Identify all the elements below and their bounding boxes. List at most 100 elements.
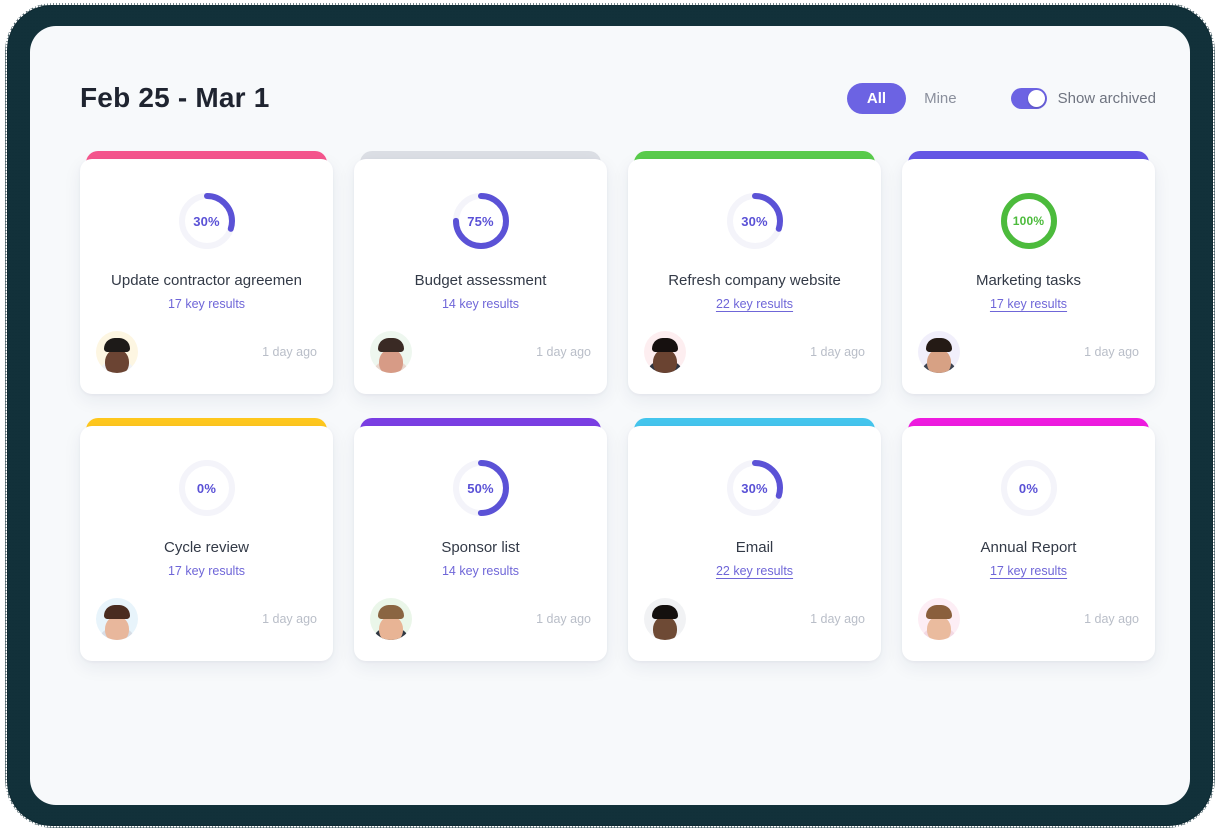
avatar-hair <box>104 338 130 352</box>
page-header: Feb 25 - Mar 1 All Mine Show archived <box>80 68 1156 128</box>
show-archived-label: Show archived <box>1057 89 1156 107</box>
card-title: Budget assessment <box>414 272 547 289</box>
avatar-face <box>379 616 403 640</box>
avatar-user-2[interactable] <box>370 331 412 373</box>
card-key-results-link[interactable]: 22 key results <box>716 564 793 578</box>
avatar-user-3[interactable] <box>644 331 686 373</box>
filter-all-button[interactable]: All <box>846 82 907 114</box>
filter-mine-button[interactable]: Mine <box>906 83 975 114</box>
card-title: Annual Report <box>980 539 1077 556</box>
toggle-knob <box>1027 89 1045 107</box>
card-timestamp: 1 day ago <box>262 345 317 359</box>
progress-ring: 100% <box>999 191 1059 251</box>
card-timestamp: 1 day ago <box>810 345 865 359</box>
header-controls: All Mine Show archived <box>846 82 1156 114</box>
progress-percent-label: 100% <box>1012 214 1045 228</box>
card-footer: 1 day ago <box>80 320 333 394</box>
card-footer: 1 day ago <box>628 587 881 661</box>
progress-percent-label: 30% <box>193 213 220 229</box>
card-footer: 1 day ago <box>902 587 1155 661</box>
card-timestamp: 1 day ago <box>1084 612 1139 626</box>
app-panel: Feb 25 - Mar 1 All Mine Show archived 30… <box>30 26 1190 805</box>
objective-card[interactable]: 100% Marketing tasks 17 key results 1 day a… <box>902 151 1155 394</box>
progress-ring: 30% <box>725 191 785 251</box>
card-title: Cycle review <box>163 539 250 556</box>
card-title: Marketing tasks <box>975 272 1082 289</box>
progress-percent-label: 30% <box>741 480 768 496</box>
card-title: Sponsor list <box>441 539 520 556</box>
progress-percent-label: 0% <box>1018 480 1039 496</box>
avatar-hair <box>378 338 404 352</box>
card-body[interactable]: 30% Refresh company website 22 key results… <box>628 159 881 394</box>
card-body[interactable]: 100% Marketing tasks 17 key results 1 day a… <box>902 159 1155 394</box>
avatar-face <box>653 349 677 373</box>
card-footer: 1 day ago <box>354 587 607 661</box>
objective-card[interactable]: 0% Cycle review 17 key results 1 day ago <box>80 418 333 661</box>
avatar-face <box>653 616 677 640</box>
card-footer: 1 day ago <box>354 320 607 394</box>
objective-card[interactable]: 30% Email 22 key results 1 day ago <box>628 418 881 661</box>
avatar-hair <box>652 338 678 352</box>
avatar-user-4[interactable] <box>918 331 960 373</box>
card-timestamp: 1 day ago <box>536 345 591 359</box>
avatar-user-7[interactable] <box>644 598 686 640</box>
progress-percent-label: 30% <box>741 213 768 229</box>
progress-ring: 0% <box>999 458 1059 518</box>
objective-card[interactable]: 30% Refresh company website 22 key results… <box>628 151 881 394</box>
card-body[interactable]: 75% Budget assessment 14 key results 1 day … <box>354 159 607 394</box>
avatar-face <box>105 349 129 373</box>
card-body[interactable]: 30% Email 22 key results 1 day ago <box>628 426 881 661</box>
card-key-results-link[interactable]: 14 key results <box>442 297 519 311</box>
avatar-face <box>927 616 951 640</box>
card-body[interactable]: 50% Sponsor list 14 key results 1 day ago <box>354 426 607 661</box>
card-footer: 1 day ago <box>902 320 1155 394</box>
progress-ring: 30% <box>177 191 237 251</box>
card-timestamp: 1 day ago <box>810 612 865 626</box>
objective-card[interactable]: 50% Sponsor list 14 key results 1 day ago <box>354 418 607 661</box>
show-archived-control[interactable]: Show archived <box>1010 87 1156 109</box>
avatar-hair <box>652 605 678 619</box>
card-timestamp: 1 day ago <box>262 612 317 626</box>
card-key-results-link[interactable]: 17 key results <box>990 297 1067 311</box>
card-title: Refresh company website <box>668 272 841 289</box>
card-key-results-link[interactable]: 14 key results <box>442 564 519 578</box>
avatar-face <box>379 349 403 373</box>
card-key-results-link[interactable]: 22 key results <box>716 297 793 311</box>
progress-ring: 75% <box>451 191 511 251</box>
card-title: Email <box>735 539 774 556</box>
card-key-results-link[interactable]: 17 key results <box>990 564 1067 578</box>
objective-card[interactable]: 30% Update contractor agreemen 17 key resu… <box>80 151 333 394</box>
avatar-hair <box>378 605 404 619</box>
progress-percent-label: 50% <box>467 480 494 496</box>
progress-percent-label: 75% <box>467 213 494 229</box>
objective-card[interactable]: 75% Budget assessment 14 key results 1 day … <box>354 151 607 394</box>
avatar-user-5[interactable] <box>96 598 138 640</box>
card-body[interactable]: 0% Cycle review 17 key results 1 day ago <box>80 426 333 661</box>
card-timestamp: 1 day ago <box>536 612 591 626</box>
card-key-results-link[interactable]: 17 key results <box>168 564 245 578</box>
card-timestamp: 1 day ago <box>1084 345 1139 359</box>
card-body[interactable]: 0% Annual Report 17 key results 1 day ago <box>902 426 1155 661</box>
objective-card[interactable]: 0% Annual Report 17 key results 1 day ago <box>902 418 1155 661</box>
card-key-results-link[interactable]: 17 key results <box>168 297 245 311</box>
avatar-hair <box>104 605 130 619</box>
card-footer: 1 day ago <box>628 320 881 394</box>
avatar-hair <box>926 605 952 619</box>
card-title: Update contractor agreemen <box>111 272 302 289</box>
progress-percent-label: 0% <box>196 480 217 496</box>
card-body[interactable]: 30% Update contractor agreemen 17 key resu… <box>80 159 333 394</box>
avatar-user-6[interactable] <box>370 598 412 640</box>
avatar-face <box>105 616 129 640</box>
progress-ring: 50% <box>451 458 511 518</box>
page-title: Feb 25 - Mar 1 <box>80 82 270 113</box>
objective-card-grid: 30% Update contractor agreemen 17 key resu… <box>80 151 1156 661</box>
avatar-hair <box>926 338 952 352</box>
progress-ring: 0% <box>177 458 237 518</box>
card-footer: 1 day ago <box>80 587 333 661</box>
avatar-user-1[interactable] <box>96 331 138 373</box>
avatar-face <box>927 349 951 373</box>
progress-ring: 30% <box>725 458 785 518</box>
avatar-user-8[interactable] <box>918 598 960 640</box>
device-frame: Feb 25 - Mar 1 All Mine Show archived 30… <box>8 6 1212 825</box>
show-archived-toggle[interactable] <box>1010 87 1047 109</box>
